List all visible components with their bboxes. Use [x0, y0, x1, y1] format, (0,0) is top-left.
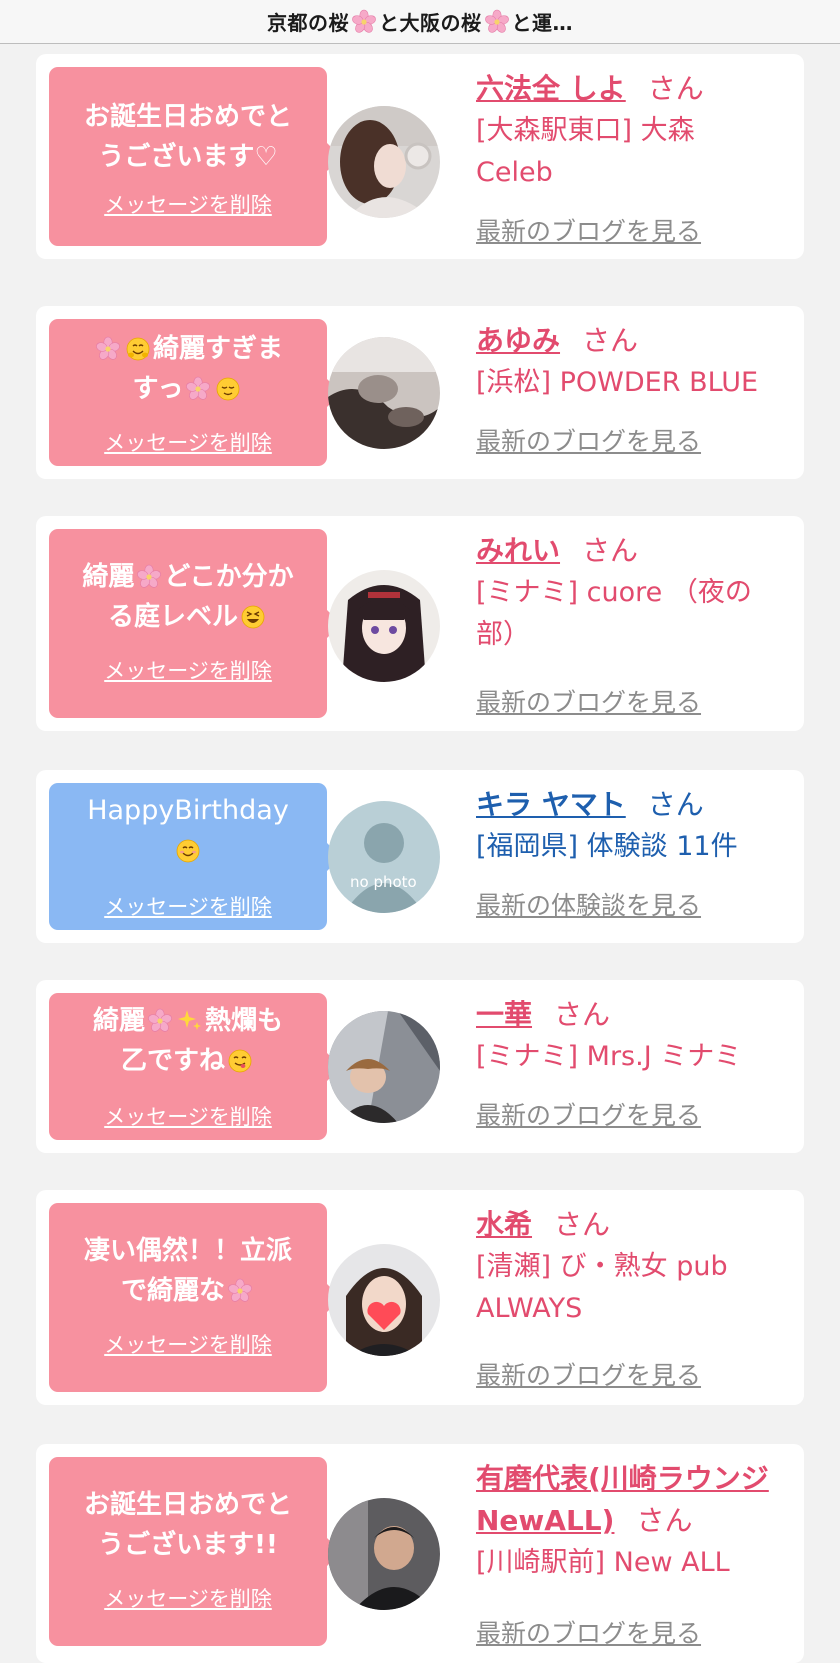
delete-message-link[interactable]: メッセージを削除	[49, 1329, 327, 1359]
honorific-label: さん	[647, 788, 704, 821]
list-item: 凄い偶然！！立派 で綺麗な メッセージを削除 水希 さん [清瀬] び・熟女 pu…	[36, 1190, 804, 1405]
delete-message-link[interactable]: メッセージを削除	[49, 1101, 327, 1131]
sparkles-icon	[177, 1008, 203, 1034]
avatar[interactable]	[328, 1011, 440, 1123]
delete-message-link[interactable]: メッセージを削除	[49, 1583, 327, 1613]
user-name-link[interactable]: 有磨代表(川崎ラウンジ	[476, 1462, 769, 1495]
delete-message-link[interactable]: メッセージを削除	[49, 189, 327, 219]
sakura-icon	[227, 1278, 253, 1304]
yum-face-icon	[227, 1048, 253, 1074]
woman-heart-face-photo-icon	[328, 1244, 440, 1356]
message-text: 綺麗 熱爛も 乙ですね	[92, 1006, 284, 1076]
latest-blog-link[interactable]: 最新のブログを見る	[476, 212, 701, 248]
honorific-label: さん	[582, 534, 639, 567]
user-info: みれい さん [ミナミ] cuore （夜の 部）	[476, 530, 794, 656]
no-photo-label: no photo	[350, 873, 417, 891]
message-bubble: 綺麗すぎま すっ メッセージを削除	[49, 319, 341, 466]
message-bubble: お誕生日おめでと うございます♡ メッセージを削除	[49, 67, 341, 246]
user-name-link[interactable]: キラ ヤマト	[476, 788, 626, 821]
top-title-bar: 京都の桜 と大阪の桜 と運…	[0, 0, 840, 44]
list-item: 綺麗すぎま すっ メッセージを削除 あゆみ さん [浜松] POWDER BLUE…	[36, 306, 804, 479]
latest-blog-link[interactable]: 最新のブログを見る	[476, 1096, 701, 1132]
message-bubble: お誕生日おめでと うございます!! メッセージを削除	[49, 1457, 341, 1646]
anime-character-photo-icon	[328, 570, 440, 682]
sakura-icon	[484, 9, 510, 35]
user-name-link[interactable]: 水希	[476, 1208, 532, 1241]
list-item: お誕生日おめでと うございます♡ メッセージを削除 六法全 しよ さん [大森駅東…	[36, 54, 804, 259]
sakura-icon	[185, 376, 211, 402]
message-text: お誕生日おめでと うございます♡	[83, 102, 292, 172]
list-item: 綺麗 どこか分か る庭レベル メッセージを削除 みれい さん [ミナミ] cuore…	[36, 516, 804, 731]
avatar[interactable]	[328, 337, 440, 449]
user-name-link[interactable]: あゆみ	[476, 324, 560, 357]
list-item: 綺麗 熱爛も 乙ですね メッセージを削除 一華 さん [ミナミ] Mrs.J ミナミ	[36, 980, 804, 1153]
latest-review-link[interactable]: 最新の体験談を見る	[476, 886, 701, 922]
user-info: あゆみ さん [浜松] POWDER BLUE	[476, 320, 794, 404]
message-bubble: 綺麗 どこか分か る庭レベル メッセージを削除	[49, 529, 341, 718]
user-name-link[interactable]: 一華	[476, 998, 532, 1031]
woman-selfie-photo-icon	[328, 1011, 440, 1123]
list-item: お誕生日おめでと うございます!! メッセージを削除 有磨代表(川崎ラウンジ N…	[36, 1444, 804, 1663]
honorific-label: さん	[554, 1208, 611, 1241]
honorific-label: さん	[636, 1504, 693, 1537]
laughing-face-icon	[240, 604, 266, 630]
sakura-icon	[136, 564, 162, 590]
user-info: キラ ヤマト さん [福岡県] 体験談 11件	[476, 784, 794, 868]
list-item: HappyBirthday メッセージを削除 no photo キラ ヤマト さん…	[36, 770, 804, 943]
latest-blog-link[interactable]: 最新のブログを見る	[476, 1356, 701, 1392]
page-title: 京都の桜 と大阪の桜 と運…	[267, 9, 573, 35]
user-name-link-continued[interactable]: NewALL)	[476, 1504, 614, 1537]
user-info: 一華 さん [ミナミ] Mrs.J ミナミ	[476, 994, 794, 1078]
hugging-face-icon	[125, 336, 151, 362]
message-text: HappyBirthday	[49, 783, 327, 871]
shop-info: [川崎駅前] New ALL	[476, 1547, 730, 1578]
woman-profile-photo-icon	[328, 106, 440, 218]
avatar[interactable]	[328, 1244, 440, 1356]
honorific-label: さん	[647, 72, 704, 105]
message-text: 綺麗すぎま すっ	[49, 319, 327, 409]
shop-info: [大森駅東口] 大森 Celeb	[476, 115, 695, 188]
avatar[interactable]	[328, 106, 440, 218]
message-bubble: 綺麗 熱爛も 乙ですね メッセージを削除	[49, 993, 341, 1140]
sakura-icon	[95, 336, 121, 362]
message-bubble: 凄い偶然！！立派 で綺麗な メッセージを削除	[49, 1203, 341, 1392]
honorific-label: さん	[582, 324, 639, 357]
man-photo-icon	[328, 1498, 440, 1610]
shop-info: [浜松] POWDER BLUE	[476, 367, 759, 398]
message-text: 綺麗 どこか分か る庭レベル	[82, 562, 294, 632]
sakura-icon	[351, 9, 377, 35]
sakura-icon	[147, 1008, 173, 1034]
relieved-face-icon	[215, 376, 241, 402]
avatar[interactable]	[328, 1498, 440, 1610]
message-text: お誕生日おめでと うございます!!	[83, 1490, 292, 1560]
no-photo-placeholder-icon	[328, 801, 440, 913]
delete-message-link[interactable]: メッセージを削除	[49, 891, 327, 921]
user-info: 六法全 しよ さん [大森駅東口] 大森 Celeb	[476, 68, 794, 194]
delete-message-link[interactable]: メッセージを削除	[49, 655, 327, 685]
delete-message-link[interactable]: メッセージを削除	[49, 427, 327, 457]
honorific-label: さん	[554, 998, 611, 1031]
user-info: 有磨代表(川崎ラウンジ NewALL) さん [川崎駅前] New ALL	[476, 1458, 794, 1584]
user-info: 水希 さん [清瀬] び・熟女 pub ALWAYS	[476, 1204, 794, 1330]
shop-info: [清瀬] び・熟女 pub ALWAYS	[476, 1251, 728, 1324]
avatar[interactable]	[328, 570, 440, 682]
latest-blog-link[interactable]: 最新のブログを見る	[476, 1614, 701, 1650]
smiling-face-icon	[175, 838, 201, 864]
latest-blog-link[interactable]: 最新のブログを見る	[476, 422, 701, 458]
shop-info: [ミナミ] Mrs.J ミナミ	[476, 1041, 742, 1072]
blurred-photo-icon	[328, 337, 440, 449]
latest-blog-link[interactable]: 最新のブログを見る	[476, 683, 701, 719]
message-text: 凄い偶然！！立派 で綺麗な	[83, 1236, 292, 1306]
message-bubble: HappyBirthday メッセージを削除	[49, 783, 341, 930]
shop-info: [ミナミ] cuore （夜の 部）	[476, 577, 752, 650]
avatar[interactable]: no photo	[328, 801, 440, 913]
user-name-link[interactable]: みれい	[476, 534, 560, 567]
user-name-link[interactable]: 六法全 しよ	[476, 72, 626, 105]
shop-info: [福岡県] 体験談 11件	[476, 831, 738, 862]
